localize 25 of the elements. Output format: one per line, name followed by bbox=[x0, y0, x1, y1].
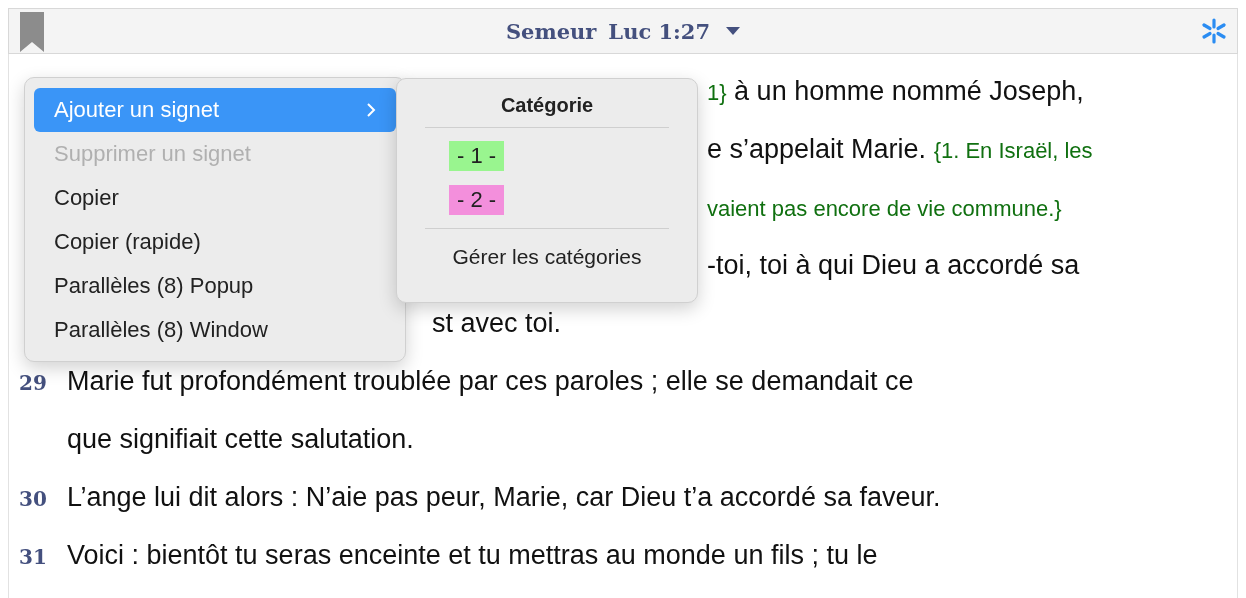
verse-text: -toi, toi à qui Dieu a accordé sa bbox=[707, 249, 1080, 282]
verse-text: e s’appelait Marie. {1. En Israël, les bbox=[707, 133, 1093, 166]
verse-text: L’ange lui dit alors : N’aie pas peur, Marie, car Dieu t’a accordé sa faveur. bbox=[67, 481, 941, 514]
version-name[interactable]: Semeur bbox=[505, 18, 597, 44]
submenu-title: Catégorie bbox=[499, 93, 595, 118]
verse-text: 1} à un homme nommé Joseph, bbox=[707, 75, 1084, 108]
asterisk-icon[interactable] bbox=[1201, 18, 1227, 44]
menu-item[interactable]: Gérer les catégories bbox=[425, 235, 669, 279]
verse-number: 29 bbox=[19, 371, 47, 395]
menu-item[interactable]: Parallèles (8) Popup bbox=[34, 264, 396, 308]
reference[interactable]: Luc 1:27 bbox=[608, 18, 711, 44]
menu-item[interactable]: Copier bbox=[34, 176, 396, 220]
verse-text: vaient pas encore de vie commune.} bbox=[707, 195, 1062, 223]
verse-text: Marie fut profondément troublée par ces paroles ; elle se demandait ce bbox=[67, 365, 914, 398]
verse-text: que signifiait cette salutation. bbox=[67, 423, 414, 456]
category-item[interactable]: - 2 - bbox=[449, 185, 505, 215]
verse-number: 30 bbox=[19, 487, 47, 511]
category-item[interactable]: - 1 - bbox=[449, 141, 505, 171]
verse-number: 31 bbox=[19, 545, 47, 569]
menu-item[interactable]: Copier (rapide) bbox=[34, 220, 396, 264]
caret-icon[interactable] bbox=[726, 27, 741, 35]
menu-item[interactable]: Parallèles (8) Window bbox=[34, 308, 396, 352]
bookmark-icon[interactable] bbox=[19, 12, 45, 52]
verse-text: st avec toi. bbox=[432, 307, 562, 340]
verse-text: Voici : bientôt tu seras enceinte et tu mettras au monde un fils ; tu le bbox=[67, 539, 878, 572]
